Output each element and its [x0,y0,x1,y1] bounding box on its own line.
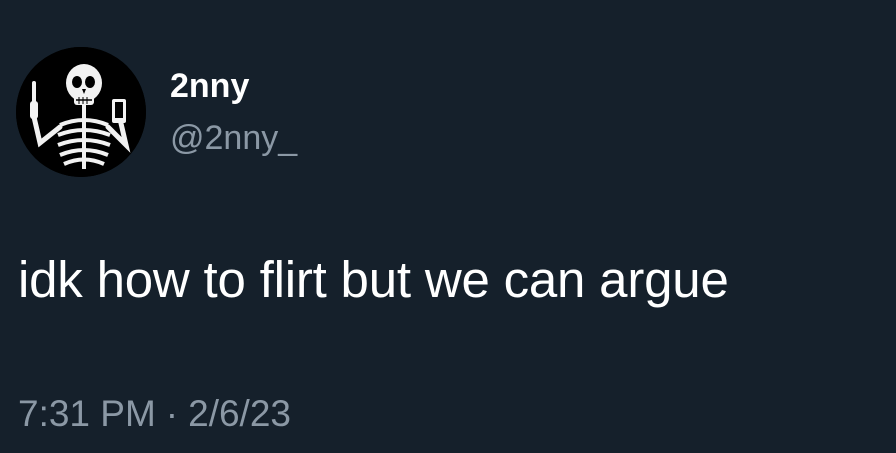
skeleton-avatar-icon [16,47,146,177]
user-handle[interactable]: @2nny_ [170,118,297,158]
tweet-card: 2nny @2nny_ idk how to flirt but we can … [0,0,896,453]
avatar[interactable] [16,47,146,177]
tweet-date: 2/6/23 [188,393,291,434]
display-name[interactable]: 2nny [170,66,249,106]
tweet-timestamp[interactable]: 7:31 PM · 2/6/23 [18,392,291,436]
tweet-text: idk how to flirt but we can argue [18,251,729,308]
meta-separator: · [165,393,179,434]
tweet-time: 7:31 PM [18,393,156,434]
